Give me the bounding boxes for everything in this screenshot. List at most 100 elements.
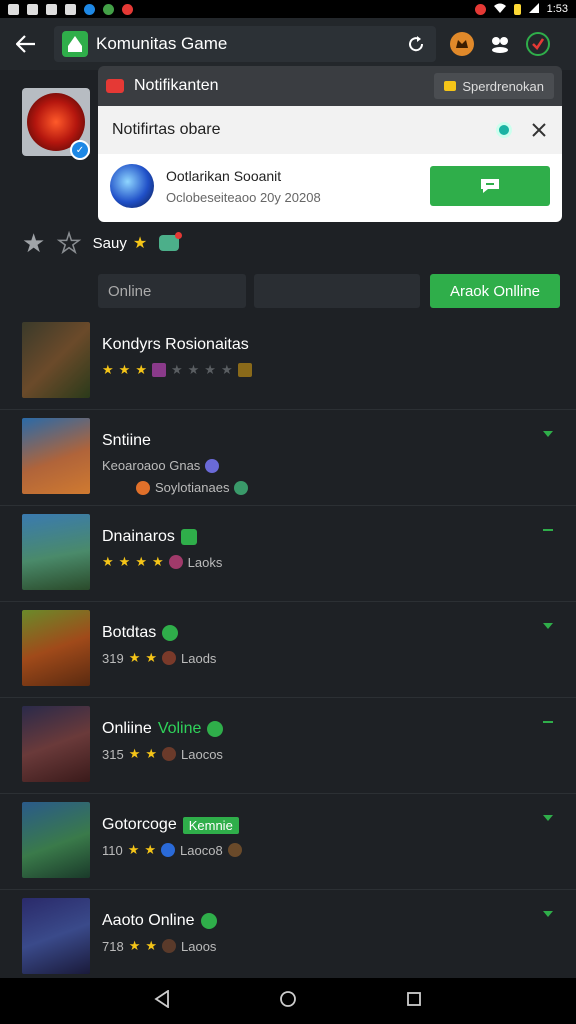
users-icon [492, 37, 508, 53]
star-empty-icon: ★ [187, 362, 200, 377]
game-thumbnail [22, 322, 90, 398]
game-title: Aaoto Online [102, 912, 217, 930]
chat-bubble-icon [481, 179, 499, 193]
game-thumbnail [22, 514, 90, 590]
crown-icon [456, 40, 468, 48]
system-nav-bar [0, 978, 576, 1024]
status-time: 1:53 [546, 3, 568, 15]
list-item[interactable]: Kondyrs Rosionaitas ★ ★ ★ ★ ★ ★ ★ [0, 314, 576, 410]
friends-button[interactable] [488, 32, 512, 56]
star-icon: ★ [144, 842, 157, 857]
game-subtitle-text: Laods [181, 650, 217, 666]
game-thumbnail [22, 802, 90, 878]
game-title: Dnainaros [102, 528, 197, 546]
star-icon: ★ [135, 362, 147, 377]
badge-icon [237, 363, 252, 377]
game-title-text: Sntiine [102, 432, 151, 449]
chevron-down-icon[interactable] [542, 526, 554, 534]
filter-field[interactable] [254, 274, 420, 308]
search-input[interactable]: Online [98, 274, 246, 308]
coin-icon [162, 651, 177, 665]
game-tag: Kemnie [182, 816, 239, 834]
star-icon: ★ [135, 554, 147, 569]
notification-header: Notifikanten Sperdrenokan [98, 66, 562, 106]
list-item[interactable]: Sntiine Keoaroaoo Gnas Soylotianaes [0, 410, 576, 506]
notification-header-button-label: Sperdrenokan [462, 78, 544, 94]
star-empty-icon: ★ [170, 362, 183, 377]
game-title: Botdtas [102, 624, 179, 642]
chevron-down-icon[interactable] [542, 430, 554, 438]
notification-item-sub: Oclobeseiteaoo 20y 20208 [166, 189, 321, 205]
controller-icon [180, 529, 197, 545]
game-rating: ★ ★ ★ ★ Laoks [102, 554, 222, 570]
star-icon: ★ [118, 362, 131, 377]
list-item[interactable]: Onliine Voline 315 ★ ★ Laocos [0, 698, 576, 794]
coin-icon [162, 747, 177, 761]
globe-icon [205, 458, 220, 473]
notification-body: Ootlarikan Sooanit Oclobeseiteaoo 20y 20… [98, 154, 562, 218]
rewards-button[interactable] [450, 32, 474, 56]
verified-icon [200, 913, 217, 929]
game-title: Onliine Voline [102, 720, 224, 738]
globe-icon [161, 843, 176, 857]
star-icon: ★ [128, 650, 141, 665]
list-item[interactable]: Botdtas 319 ★ ★ Laods [0, 602, 576, 698]
chevron-down-icon[interactable] [542, 622, 554, 630]
page-title: Komunitas Game [96, 34, 228, 53]
settings-icon [46, 3, 57, 15]
online-filter-button[interactable]: Araok Onlline [430, 274, 560, 308]
star-icon: ★ [102, 554, 114, 569]
close-button[interactable] [530, 121, 548, 139]
game-subtitle-2-text: Soylotianaes [155, 480, 230, 495]
star-outline-icon[interactable]: ★ [57, 229, 82, 257]
notification-action-button[interactable] [430, 166, 550, 206]
youtube-icon [106, 79, 124, 93]
notification-card[interactable]: Notifirtas obare Ootlarikan Sooanit Oclo… [98, 106, 562, 222]
game-thumbnail [22, 610, 90, 686]
close-icon [532, 123, 546, 137]
check-icon [532, 38, 544, 50]
chevron-down-icon[interactable] [542, 814, 554, 822]
title-box[interactable]: Komunitas Game [54, 26, 436, 62]
message-icon [27, 3, 38, 15]
back-button[interactable] [12, 30, 40, 58]
game-rating: 718 ★ ★ Laoos [102, 938, 216, 954]
group-icon[interactable] [159, 232, 183, 251]
game-subtitle: Keoaroaoo Gnas [102, 458, 220, 473]
game-list: Kondyrs Rosionaitas ★ ★ ★ ★ ★ ★ ★ Sntiin… [0, 314, 576, 986]
verified-badge-icon: ✓ [70, 140, 90, 160]
list-item[interactable]: Dnainaros ★ ★ ★ ★ Laoks [0, 506, 576, 602]
notification-item-name: Ootlarikan Sooanit [166, 167, 282, 184]
game-subtitle-text: Laoos [181, 938, 217, 954]
flame-icon [136, 480, 150, 495]
game-thumbnail [22, 706, 90, 782]
star-icon: ★ [127, 842, 140, 857]
chevron-down-icon[interactable] [542, 718, 554, 726]
nav-home-button[interactable] [279, 990, 297, 1013]
refresh-button[interactable] [404, 32, 428, 56]
star-empty-icon: ★ [204, 362, 216, 377]
game-subtitle-text: Laoco8 [180, 842, 223, 858]
game-count: 110 [102, 842, 123, 858]
coin-icon [162, 939, 177, 953]
notification-header-button[interactable]: Sperdrenokan [434, 73, 554, 99]
chat-icon [103, 3, 114, 15]
star-icon: ★ [118, 554, 131, 569]
chevron-down-icon[interactable] [542, 910, 554, 918]
square-recents-icon [406, 991, 421, 1006]
status-button[interactable] [526, 32, 550, 56]
notification-header-title: Notifikanten [134, 77, 219, 94]
video-icon [122, 3, 133, 15]
star-filled-icon[interactable]: ★ [22, 230, 45, 256]
refresh-icon [409, 36, 424, 52]
game-title-text: Aaoto Online [102, 912, 195, 929]
game-count: 319 [102, 650, 124, 666]
nav-recents-button[interactable] [406, 991, 422, 1012]
nav-back-button[interactable] [154, 988, 170, 1013]
rating-row: ★ ★ Sauy ★ [22, 228, 183, 258]
game-count: 718 [102, 938, 124, 954]
game-subtitle-text: Keoaroaoo Gnas [102, 458, 201, 473]
appbar-actions [450, 32, 550, 56]
list-item[interactable]: Aaoto Online 718 ★ ★ Laoos [0, 890, 576, 986]
list-item[interactable]: Gotorcoge Kemnie 110 ★ ★ Laoco8 [0, 794, 576, 890]
